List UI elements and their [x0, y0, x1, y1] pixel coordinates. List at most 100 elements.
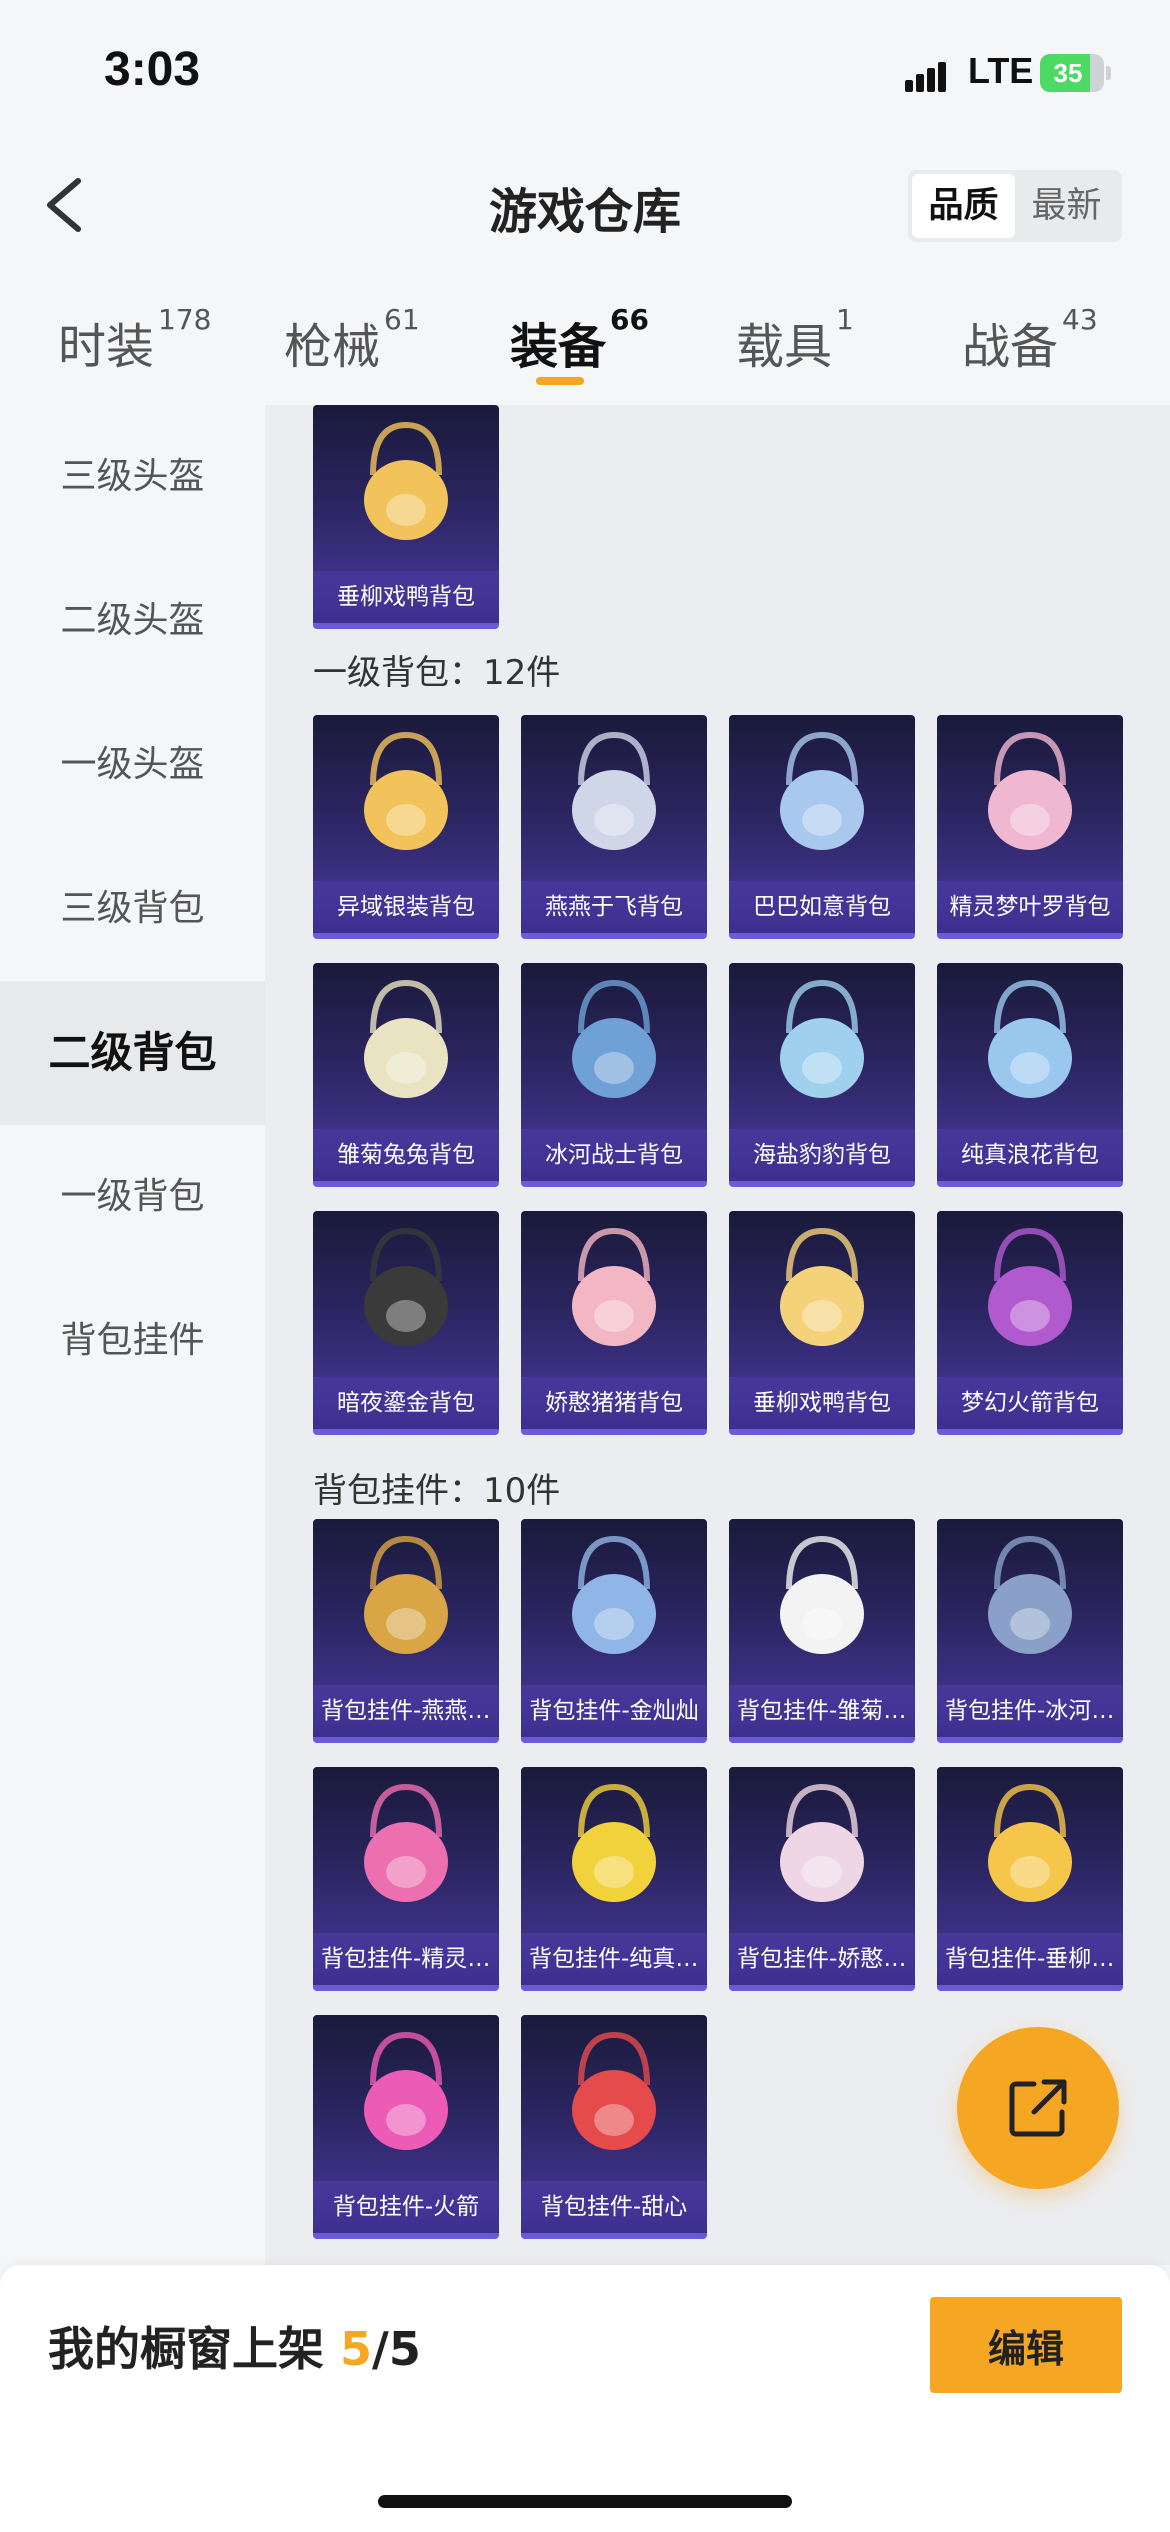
item-label: 背包挂件-燕燕于飞 [313, 1685, 499, 1737]
pendant-card[interactable]: 背包挂件-燕燕于飞 [313, 1519, 499, 1743]
status-time: 3:03 [104, 43, 201, 96]
item-label: 背包挂件-精灵梦叶罗 [313, 1933, 499, 1985]
share-button[interactable] [957, 2027, 1119, 2189]
item-label: 背包挂件-垂柳戏鸭 [937, 1933, 1123, 1985]
battery-icon: 35 [1040, 54, 1104, 92]
backpack-card[interactable]: 垂柳戏鸭背包 [729, 1211, 915, 1435]
backpack-card[interactable]: 娇憨猪猪背包 [521, 1211, 707, 1435]
item-label: 异域银装背包 [313, 881, 499, 933]
item-image [313, 1519, 499, 1687]
item-label: 背包挂件-冰河战士 [937, 1685, 1123, 1737]
item-label: 冰河战士背包 [521, 1129, 707, 1181]
tab-equipment[interactable]: 装备 66 [510, 303, 649, 377]
item-image [729, 1211, 915, 1379]
item-label: 垂柳戏鸭背包 [313, 571, 499, 623]
item-image [521, 715, 707, 883]
backpack-card[interactable]: 纯真浪花背包 [937, 963, 1123, 1187]
item-label: 燕燕于飞背包 [521, 881, 707, 933]
sort-newest-button[interactable]: 最新 [1015, 174, 1118, 238]
sort-toggle: 品质 最新 [908, 170, 1122, 242]
sidebar-item-level2-helmet[interactable]: 二级头盔 [0, 549, 265, 693]
item-label: 背包挂件-甜心 [521, 2181, 707, 2233]
tab-vehicles[interactable]: 载具 1 [736, 303, 854, 377]
showcase-count-total: /5 [372, 2322, 421, 2376]
signal-icon [905, 58, 957, 92]
item-image [521, 963, 707, 1131]
sidebar-item-level2-backpack[interactable]: 二级背包 [0, 981, 265, 1125]
sort-quality-button[interactable]: 品质 [912, 174, 1015, 238]
item-image [313, 1767, 499, 1935]
pendant-card[interactable]: 背包挂件-娇憨猪猪 [729, 1767, 915, 1991]
bottom-bar: 我的橱窗上架 5/5 编辑 [0, 2265, 1170, 2532]
header: 游戏仓库 品质 最新 [0, 150, 1170, 260]
item-label: 海盐豹豹背包 [729, 1129, 915, 1181]
sidebar-item-level1-backpack[interactable]: 一级背包 [0, 1125, 265, 1269]
showcase-status: 我的橱窗上架 5/5 [48, 2322, 421, 2376]
backpack-card[interactable]: 梦幻火箭背包 [937, 1211, 1123, 1435]
tab-fashion[interactable]: 时装 178 [58, 303, 211, 377]
backpack-card[interactable]: 雏菊兔兔背包 [313, 963, 499, 1187]
item-image [729, 715, 915, 883]
backpack-card[interactable]: 垂柳戏鸭背包 [313, 405, 499, 629]
item-image [937, 1211, 1123, 1379]
sidebar-item-level1-helmet[interactable]: 一级头盔 [0, 693, 265, 837]
backpack-card[interactable]: 巴巴如意背包 [729, 715, 915, 939]
pendant-card[interactable]: 背包挂件-火箭 [313, 2015, 499, 2239]
pendant-card[interactable]: 背包挂件-甜心 [521, 2015, 707, 2239]
backpack-card[interactable]: 精灵梦叶罗背包 [937, 715, 1123, 939]
item-label: 梦幻火箭背包 [937, 1377, 1123, 1429]
item-image [729, 1767, 915, 1935]
item-image [937, 1519, 1123, 1687]
item-image [313, 405, 499, 573]
sidebar-item-backpack-pendant[interactable]: 背包挂件 [0, 1269, 265, 1413]
pendant-card[interactable]: 背包挂件-雏菊兔兔 [729, 1519, 915, 1743]
pendant-card[interactable]: 背包挂件-纯真浪花 [521, 1767, 707, 1991]
item-label: 娇憨猪猪背包 [521, 1377, 707, 1429]
backpack-card[interactable]: 暗夜鎏金背包 [313, 1211, 499, 1435]
sidebar-item-level3-backpack[interactable]: 三级背包 [0, 837, 265, 981]
pendant-card[interactable]: 背包挂件-金灿灿 [521, 1519, 707, 1743]
item-image [521, 2015, 707, 2183]
item-label: 背包挂件-娇憨猪猪 [729, 1933, 915, 1985]
section-title-level1-backpack: 一级背包：12件 [313, 653, 561, 693]
item-image [521, 1767, 707, 1935]
status-bar: 3:03 LTE 35 [0, 0, 1170, 140]
tab-supplies[interactable]: 战备 43 [962, 303, 1098, 377]
backpack-card[interactable]: 海盐豹豹背包 [729, 963, 915, 1187]
item-image [937, 1767, 1123, 1935]
item-label: 背包挂件-火箭 [313, 2181, 499, 2233]
item-label: 暗夜鎏金背包 [313, 1377, 499, 1429]
item-image [313, 963, 499, 1131]
backpack-card[interactable]: 燕燕于飞背包 [521, 715, 707, 939]
backpack-card[interactable]: 异域银装背包 [313, 715, 499, 939]
item-label: 纯真浪花背包 [937, 1129, 1123, 1181]
network-label: LTE [968, 50, 1034, 91]
tab-firearms[interactable]: 枪械 61 [284, 303, 420, 377]
home-indicator [378, 2495, 792, 2508]
item-image [729, 963, 915, 1131]
item-label: 精灵梦叶罗背包 [937, 881, 1123, 933]
item-image [521, 1211, 707, 1379]
item-image [313, 2015, 499, 2183]
item-image [313, 1211, 499, 1379]
share-icon [1009, 2079, 1067, 2137]
tab-indicator [536, 377, 584, 385]
edit-button[interactable]: 编辑 [930, 2297, 1122, 2393]
item-image [521, 1519, 707, 1687]
item-label: 背包挂件-雏菊兔兔 [729, 1685, 915, 1737]
item-label: 雏菊兔兔背包 [313, 1129, 499, 1181]
section-title-backpack-pendant: 背包挂件：10件 [313, 1471, 561, 1511]
pendant-card[interactable]: 背包挂件-垂柳戏鸭 [937, 1767, 1123, 1991]
item-label: 背包挂件-金灿灿 [521, 1685, 707, 1737]
item-grid: 一级背包：12件 背包挂件：10件 垂柳戏鸭背包 异域银装背包 燕燕于飞背包 巴巴如意… [265, 405, 1170, 2265]
backpack-card[interactable]: 冰河战士背包 [521, 963, 707, 1187]
sidebar: 三级头盔 二级头盔 一级头盔 三级背包 二级背包 一级背包 背包挂件 [0, 405, 265, 2265]
pendant-card[interactable]: 背包挂件-精灵梦叶罗 [313, 1767, 499, 1991]
showcase-count-current: 5 [340, 2322, 373, 2376]
pendant-card[interactable]: 背包挂件-冰河战士 [937, 1519, 1123, 1743]
sidebar-item-level3-helmet[interactable]: 三级头盔 [0, 405, 265, 549]
item-image [937, 963, 1123, 1131]
item-image [937, 715, 1123, 883]
item-label: 垂柳戏鸭背包 [729, 1377, 915, 1429]
item-image [729, 1519, 915, 1687]
